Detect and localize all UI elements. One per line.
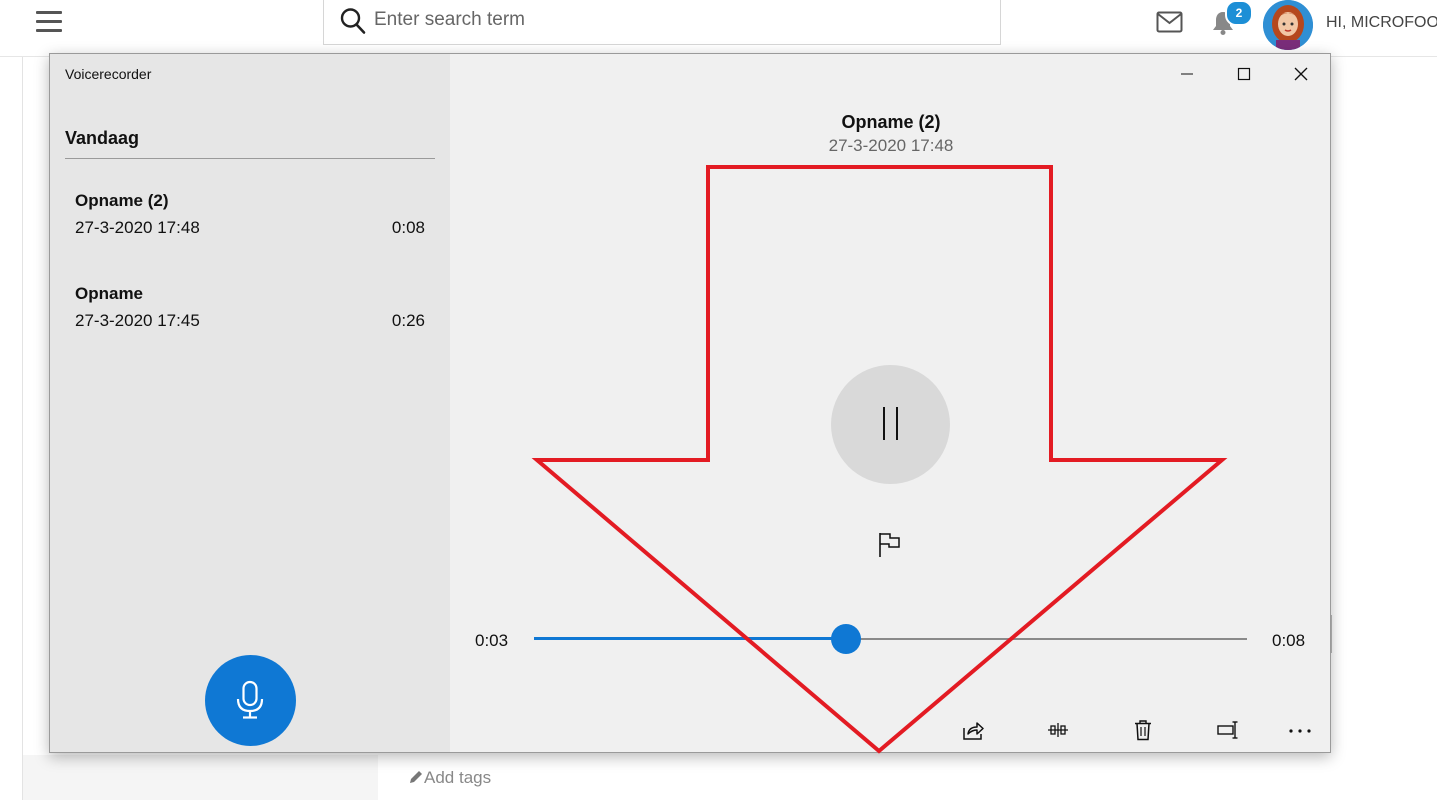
share-button[interactable] [952,714,992,746]
search-icon [340,8,366,34]
recording-date: 27-3-2020 17:48 [75,218,200,237]
minimize-icon [1181,73,1193,75]
recording-duration: 0:26 [391,311,425,330]
share-icon [963,722,984,740]
pause-button[interactable] [831,365,950,484]
voice-recorder-window: Voicerecorder Vandaag Opname (2) 27-3-20… [49,53,1331,753]
page-sidebar-area [23,755,378,800]
menu-icon[interactable] [36,10,64,34]
maximize-icon [1237,67,1251,81]
record-button[interactable] [205,655,296,746]
maximize-button[interactable] [1217,54,1273,94]
pause-icon-bar-left [883,407,885,440]
seek-thumb[interactable] [831,624,862,654]
minimize-button[interactable] [1160,54,1216,94]
rename-icon [1217,721,1238,739]
recording-name: Opname (2) [75,191,169,210]
trim-button[interactable] [1037,714,1077,746]
microphone-icon [236,680,264,719]
close-button[interactable] [1274,54,1330,94]
player-pane: Opname (2) 27-3-2020 17:48 0:03 0:08 [450,54,1330,752]
total-time: 0:08 [1272,631,1306,650]
current-recording-title: Opname (2) [841,112,941,132]
pencil-icon [410,771,422,783]
delete-button[interactable] [1122,714,1162,746]
recordings-sidebar: Voicerecorder Vandaag Opname (2) 27-3-20… [50,54,450,752]
mail-icon[interactable] [1156,11,1183,38]
page-content-area [378,755,1437,800]
recording-item-1[interactable]: Opname (2) 27-3-2020 17:48 0:08 [65,181,435,253]
notification-badge[interactable]: 2 [1225,0,1253,26]
seek-progress [534,637,847,640]
user-greeting[interactable]: HI, MICROFOON [1326,14,1437,32]
close-icon [1294,67,1308,81]
recording-date: 27-3-2020 17:45 [75,311,200,330]
flag-icon [879,533,900,557]
recording-item-2[interactable]: Opname 27-3-2020 17:45 0:26 [65,274,435,346]
trim-icon [1048,723,1068,737]
search-input[interactable] [374,5,974,35]
add-tags-link[interactable]: Add tags [408,768,491,788]
add-tags-label: Add tags [424,768,492,787]
page-left-divider [22,57,23,800]
section-header-today: Vandaag [65,128,140,148]
add-marker-button[interactable] [877,530,905,560]
more-options-button[interactable] [1278,714,1318,746]
search-box[interactable] [323,0,1001,45]
recording-name: Opname [75,284,144,303]
more-icon [1289,729,1311,733]
section-divider [65,158,435,159]
site-header: 2 HI, MICROFOON [0,0,1437,57]
delete-icon [1135,720,1151,741]
elapsed-time: 0:03 [475,631,509,650]
recording-duration: 0:08 [391,218,425,237]
app-title: Voicerecorder [65,66,152,82]
current-recording-date: 27-3-2020 17:48 [828,136,954,155]
avatar[interactable] [1263,0,1313,50]
rename-button[interactable] [1207,714,1247,746]
pause-icon-bar-right [896,407,898,440]
